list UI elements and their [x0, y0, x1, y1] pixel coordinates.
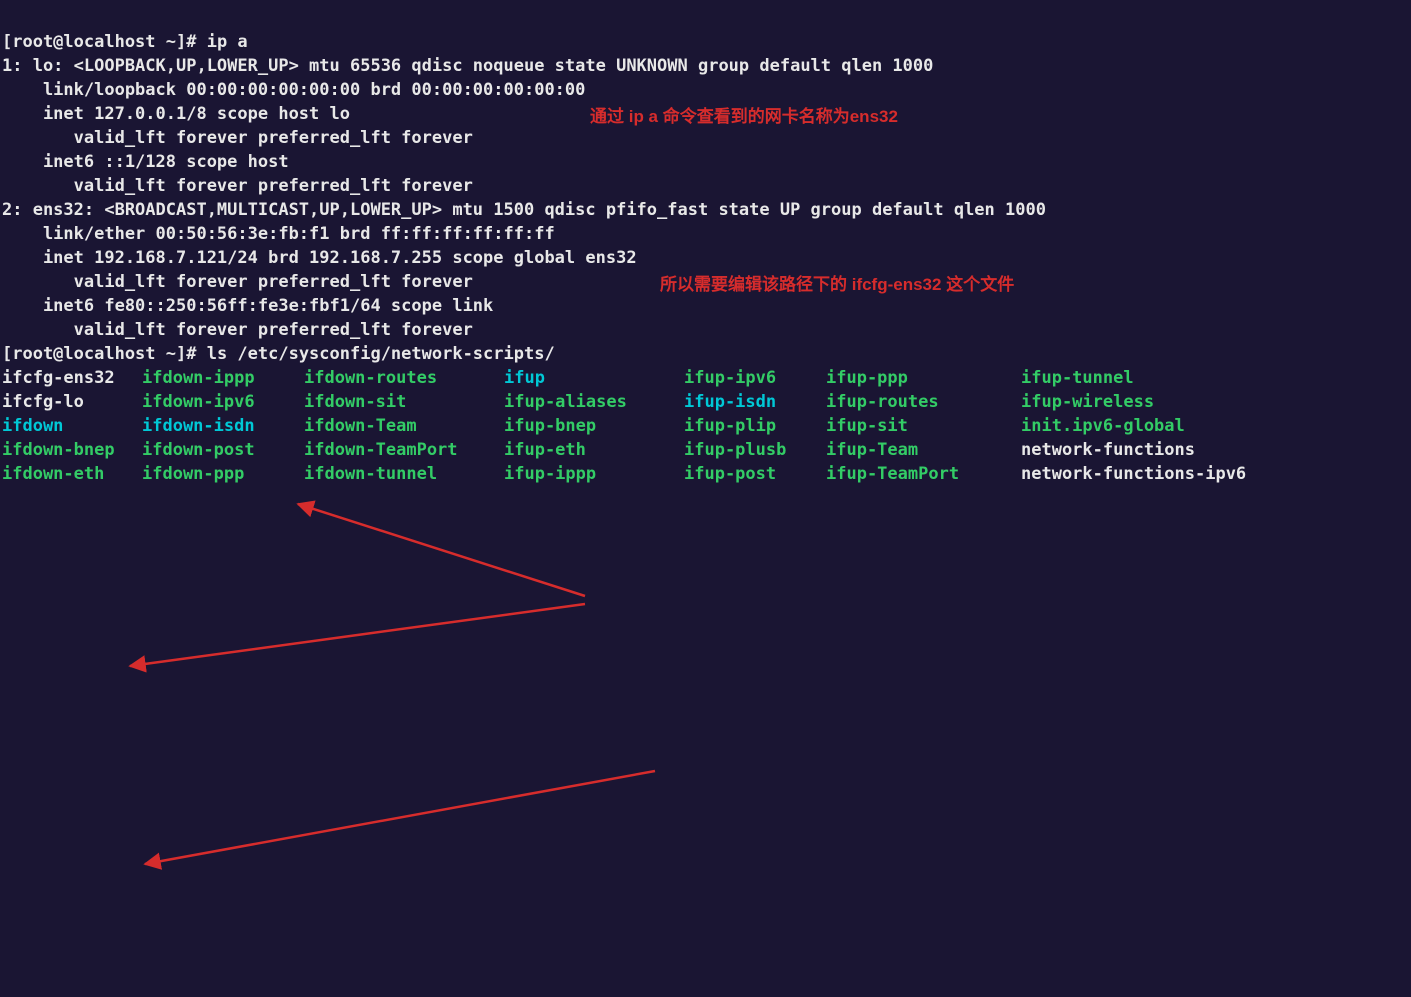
ls-file: ifup-routes [826, 390, 1021, 414]
ip-output-line: valid_lft forever preferred_lft forever [2, 320, 473, 340]
arrow-to-ipa [298, 504, 585, 596]
ls-file: ifup-plip [684, 414, 826, 438]
ls-file: ifup-Team [826, 438, 1021, 462]
ls-file: ifdown-eth [2, 462, 142, 486]
ls-file: network-functions [1021, 438, 1195, 462]
ls-file: ifup-sit [826, 414, 1021, 438]
ip-output-line: valid_lft forever preferred_lft forever [2, 176, 473, 196]
command-ls: ls /etc/sysconfig/network-scripts/ [207, 344, 555, 364]
ls-file: ifcfg-ens32 [2, 366, 142, 390]
annotation-text-1: 通过 ip a 命令查看到的网卡名称为ens32 [590, 105, 898, 129]
ls-file: ifup-eth [504, 438, 684, 462]
ip-output-line: inet6 fe80::250:56ff:fe3e:fbf1/64 scope … [2, 296, 493, 316]
ip-output-line: valid_lft forever preferred_lft forever [2, 128, 473, 148]
ls-file: ifdown-sit [304, 390, 504, 414]
ls-file: ifup-ppp [826, 366, 1021, 390]
ls-file: ifdown-isdn [142, 414, 304, 438]
ls-file: ifdown-ipv6 [142, 390, 304, 414]
annotation-text-2: 所以需要编辑该路径下的 ifcfg-ens32 这个文件 [660, 273, 1014, 297]
ls-file: ifup-ipv6 [684, 366, 826, 390]
ls-file: ifup-plusb [684, 438, 826, 462]
ls-file: ifdown-post [142, 438, 304, 462]
ls-row: ifcfg-loifdown-ipv6ifdown-sitifup-aliase… [2, 390, 1411, 414]
ip-output-line: link/ether 00:50:56:3e:fb:f1 brd ff:ff:f… [2, 224, 555, 244]
ip-output-line: valid_lft forever preferred_lft forever [2, 272, 473, 292]
arrow-to-ifcfg-file [145, 771, 655, 864]
ls-file: ifup-wireless [1021, 390, 1154, 414]
ip-output-line: inet6 ::1/128 scope host [2, 152, 289, 172]
prompt-line-2: [root@localhost ~]# ls /etc/sysconfig/ne… [2, 344, 555, 364]
ls-file: ifdown-routes [304, 366, 504, 390]
ls-row: ifcfg-ens32ifdown-ipppifdown-routesifupi… [2, 366, 1411, 390]
ls-file: ifdown-Team [304, 414, 504, 438]
ls-file: ifup [504, 366, 684, 390]
ls-file: ifup-isdn [684, 390, 826, 414]
ls-file: ifup-aliases [504, 390, 684, 414]
ip-output-line: 2: ens32: <BROADCAST,MULTICAST,UP,LOWER_… [2, 200, 1046, 220]
ls-file: ifdown-tunnel [304, 462, 504, 486]
ip-output-line: link/loopback 00:00:00:00:00:00 brd 00:0… [2, 80, 585, 100]
prompt-2: [root@localhost ~]# [2, 344, 207, 364]
ip-output-line: inet 192.168.7.121/24 brd 192.168.7.255 … [2, 248, 637, 268]
prompt-line-1: [root@localhost ~]# ip a [2, 32, 248, 52]
ls-file: ifup-bnep [504, 414, 684, 438]
ls-file: ifcfg-lo [2, 390, 142, 414]
ls-file: ifup-post [684, 462, 826, 486]
ls-file: ifdown-TeamPort [304, 438, 504, 462]
ls-row: ifdown-bnepifdown-postifdown-TeamPortifu… [2, 438, 1411, 462]
command-ip-a: ip a [207, 32, 248, 52]
ls-file: ifup-ippp [504, 462, 684, 486]
arrow-to-ens32-if [130, 604, 585, 666]
ls-file: ifdown-ippp [142, 366, 304, 390]
ls-file: network-functions-ipv6 [1021, 462, 1246, 486]
ls-file: ifdown [2, 414, 142, 438]
ls-row: ifdown-ethifdown-pppifdown-tunnelifup-ip… [2, 462, 1411, 486]
ls-file: init.ipv6-global [1021, 414, 1185, 438]
ls-file: ifup-tunnel [1021, 366, 1134, 390]
ip-output-line: inet 127.0.0.1/8 scope host lo [2, 104, 350, 124]
annotation-arrows [0, 486, 1411, 997]
ls-file: ifdown-bnep [2, 438, 142, 462]
ls-file: ifdown-ppp [142, 462, 304, 486]
ls-row: ifdownifdown-isdnifdown-Teamifup-bnepifu… [2, 414, 1411, 438]
ip-output-line: 1: lo: <LOOPBACK,UP,LOWER_UP> mtu 65536 … [2, 56, 933, 76]
ls-file: ifup-TeamPort [826, 462, 1021, 486]
ls-output: ifcfg-ens32ifdown-ipppifdown-routesifupi… [0, 366, 1411, 486]
prompt-1: [root@localhost ~]# [2, 32, 207, 52]
terminal-output: [root@localhost ~]# ip a 1: lo: <LOOPBAC… [0, 0, 1411, 366]
